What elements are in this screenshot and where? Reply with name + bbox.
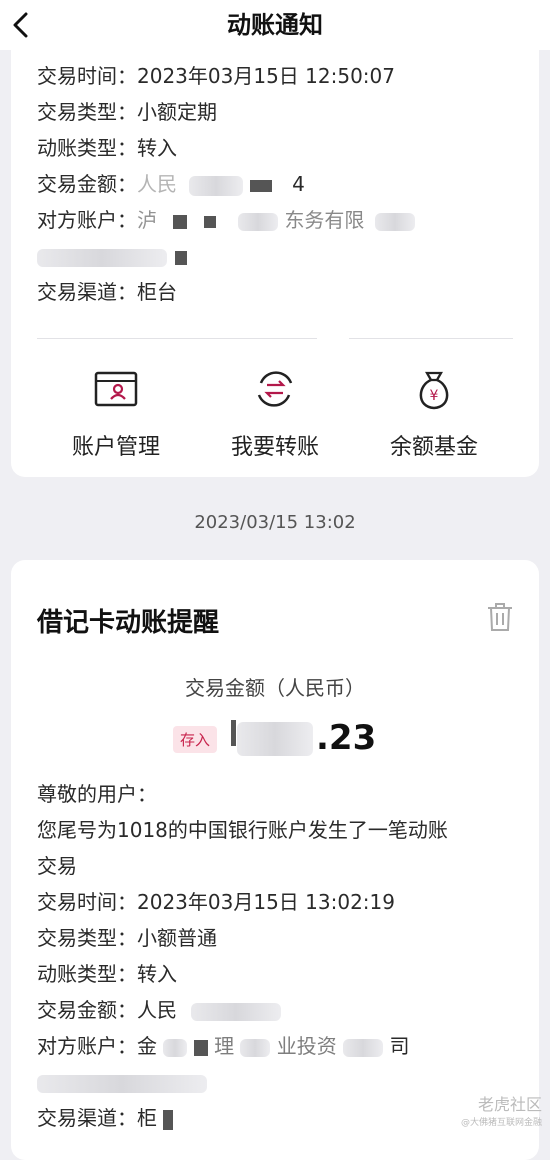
greeting: 尊敬的用户：: [37, 782, 157, 806]
watermark-subtitle: @大佛猪互联网金融: [460, 1118, 542, 1128]
row-label: 交易时间：: [37, 64, 137, 88]
row-label: 对方账户：: [37, 1034, 137, 1058]
top-bar: 动账通知: [0, 0, 550, 50]
watermark-title: 老虎社区: [477, 1095, 542, 1114]
row-label: 交易时间：: [37, 890, 137, 914]
row-value-tail: 4: [292, 172, 305, 196]
redacted-block: [163, 1109, 174, 1130]
row-label: 交易渠道：: [37, 280, 137, 304]
detail-row: 对方账户：泸 东务有限: [37, 206, 415, 234]
row-value: 柜台: [137, 280, 177, 304]
redacted-block: [175, 250, 188, 265]
row-value: 金: [137, 1034, 157, 1058]
redacted-blur: [37, 248, 167, 267]
detail-row: 交易金额：人民 4: [37, 170, 305, 198]
redacted-block: [193, 1039, 208, 1056]
row-value: 小额普通: [137, 926, 217, 950]
quick-actions: 账户管理 我要转账 ¥ 余额基金: [11, 365, 539, 475]
svg-text:¥: ¥: [430, 388, 439, 404]
row-value-tail: 司: [389, 1034, 410, 1058]
detail-row: 交易类型：小额定期: [37, 98, 217, 126]
row-value-tail: 东务有限: [284, 208, 365, 232]
row-label: 交易类型：: [37, 926, 137, 950]
detail-row: 对方账户：金 理 业投资 司: [37, 1032, 410, 1060]
divider: [349, 338, 513, 339]
transaction-card-1: 交易时间：2023年03月15日 12:50:07 交易类型：小额定期 动账类型…: [11, 40, 539, 477]
amount-label: 交易金额（人民币）: [185, 676, 365, 700]
message-timestamp: 2023/03/15 13:02: [194, 512, 356, 533]
redacted-blur: [163, 1038, 188, 1057]
row-value: 转入: [137, 136, 177, 160]
row-value: 人民: [137, 172, 177, 196]
account-management-button[interactable]: 账户管理: [36, 365, 196, 461]
row-value: 2023年03月15日 13:02:19: [137, 890, 395, 914]
redacted-blur: [191, 1002, 282, 1021]
row-label: 交易金额：: [37, 172, 137, 196]
row-value-tail: 理: [214, 1034, 235, 1058]
page-title: 动账通知: [227, 11, 323, 39]
row-value: 人民: [137, 998, 177, 1022]
redacted-block: [203, 215, 216, 228]
row-label: 交易金额：: [37, 998, 137, 1022]
balance-fund-button[interactable]: ¥ 余额基金: [354, 365, 514, 461]
detail-row: 交易时间：2023年03月15日 13:02:19: [37, 888, 395, 916]
redacted-blur: [37, 1074, 207, 1093]
money-bag-icon: ¥: [419, 371, 449, 410]
account-card-icon: [94, 371, 138, 407]
row-label: 动账类型：: [37, 136, 137, 160]
redacted-blur: [374, 212, 415, 231]
redacted-account-line: [37, 1068, 207, 1096]
detail-row: 动账类型：转入: [37, 134, 177, 162]
transaction-card-2: 借记卡动账提醒 交易金额（人民币） 存入 .23 尊敬的用户： 您尾号为1018…: [11, 560, 539, 1160]
delete-button[interactable]: [487, 602, 513, 636]
transfer-button[interactable]: 我要转账: [195, 365, 355, 461]
action-label: 余额基金: [389, 435, 478, 460]
redacted-blur: [343, 1038, 384, 1057]
detail-row: 交易类型：小额普通: [37, 924, 217, 952]
row-value: 小额定期: [137, 100, 217, 124]
divider: [37, 338, 317, 339]
action-label: 账户管理: [71, 435, 160, 460]
redacted-blur: [189, 175, 244, 196]
message-line: 您尾号为1018的中国银行账户发生了一笔动账: [37, 818, 448, 842]
row-value: 转入: [137, 962, 177, 986]
redacted-block: [231, 720, 236, 746]
row-value: 柜: [137, 1106, 157, 1130]
detail-row: 交易渠道：柜台: [37, 278, 177, 306]
redacted-blur: [237, 722, 313, 756]
message-line: 交易: [37, 854, 77, 878]
deposit-badge: 存入: [173, 726, 218, 753]
detail-row: 动账类型：转入: [37, 960, 177, 988]
row-value: 泸: [137, 208, 157, 232]
row-value-tail: 业投资: [276, 1034, 337, 1058]
detail-row: 交易金额：人民: [37, 996, 282, 1024]
row-label: 动账类型：: [37, 962, 137, 986]
row-value: 2023年03月15日 12:50:07: [137, 64, 395, 88]
row-label: 交易渠道：: [37, 1106, 137, 1130]
card-title: 借记卡动账提醒: [37, 608, 220, 638]
watermark: 老虎社区 @大佛猪互联网金融: [461, 1091, 542, 1128]
amount-value: .23: [316, 718, 377, 758]
detail-row: 交易渠道：柜: [37, 1104, 174, 1132]
trash-icon: [488, 603, 512, 631]
redacted-block: [173, 214, 188, 229]
redacted-blur: [240, 1038, 271, 1057]
row-label: 交易类型：: [37, 100, 137, 124]
redacted-blur: [238, 212, 279, 231]
amount-line: 存入 .23: [11, 718, 539, 762]
transfer-icon: [257, 371, 293, 407]
redacted-block: [249, 179, 272, 192]
detail-row: 交易时间：2023年03月15日 12:50:07: [37, 62, 395, 90]
action-label: 我要转账: [230, 435, 319, 460]
row-label: 对方账户：: [37, 208, 137, 232]
redacted-account-line: [37, 242, 188, 270]
